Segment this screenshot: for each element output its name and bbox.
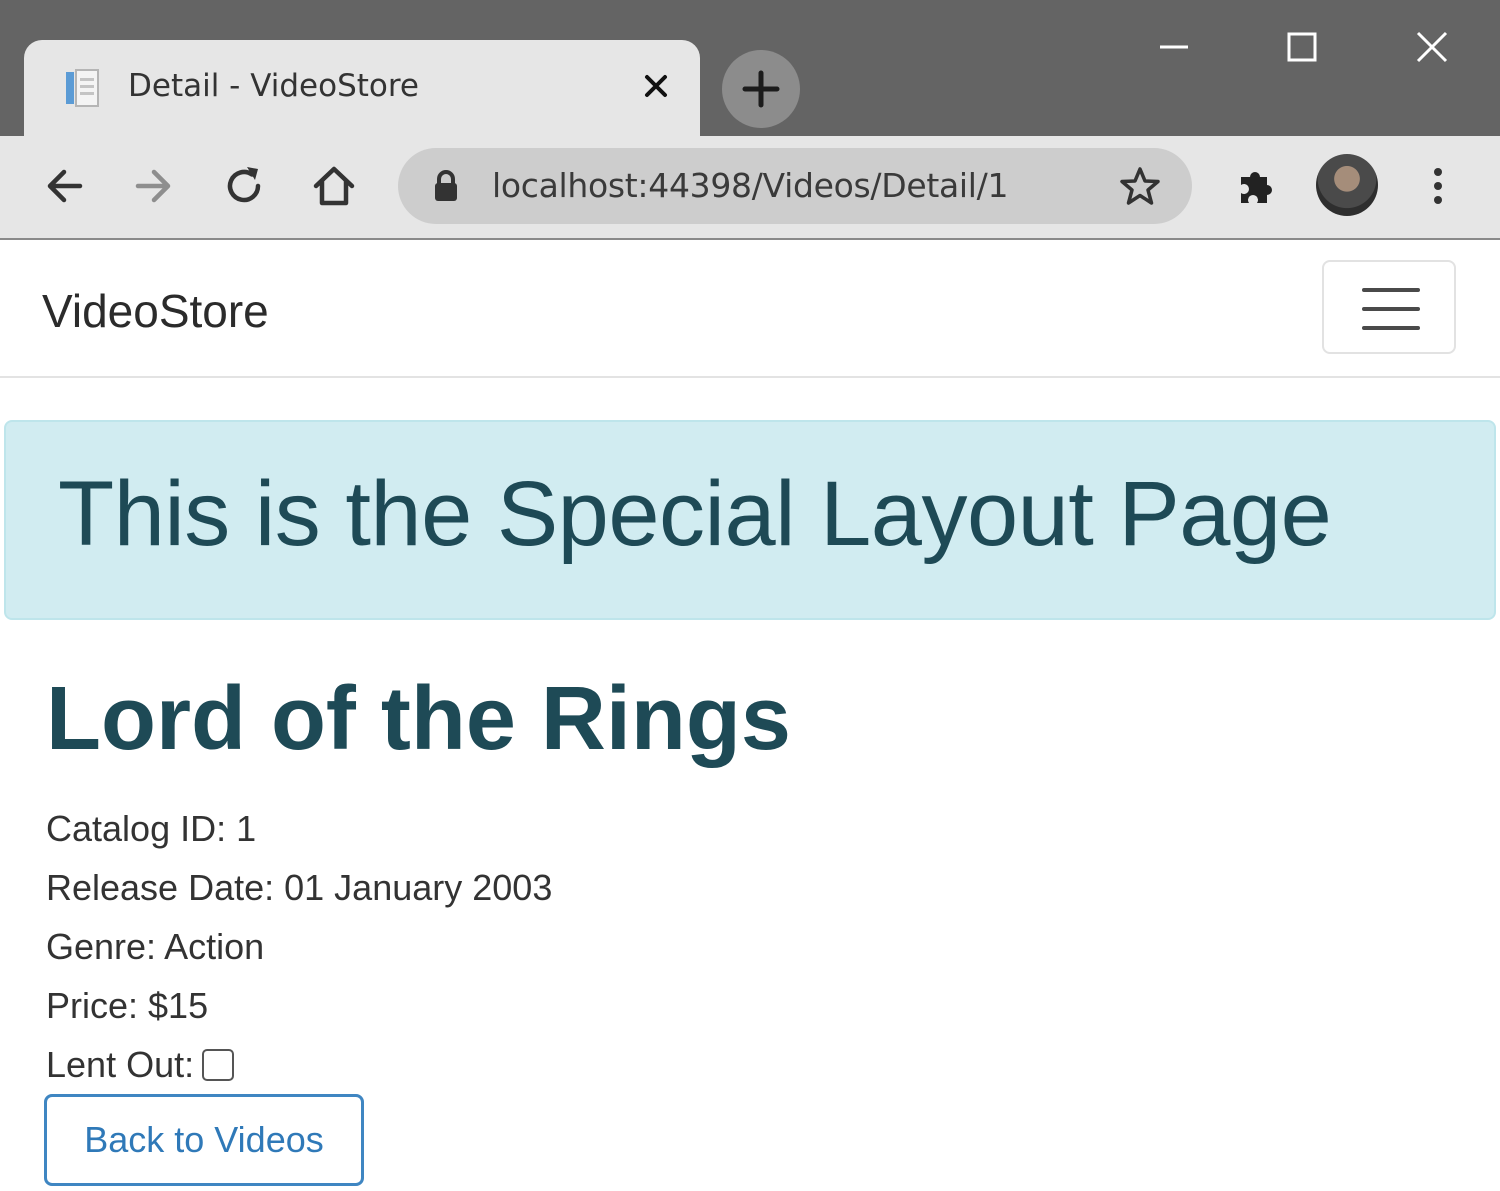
- maximize-icon: [1287, 32, 1317, 62]
- bookmark-star-icon[interactable]: [1120, 166, 1160, 206]
- maximize-button[interactable]: [1272, 20, 1332, 74]
- hamburger-icon: [1362, 288, 1420, 292]
- arrow-right-icon: [135, 169, 171, 203]
- home-icon: [313, 166, 355, 206]
- banner-title: This is the Special Layout Page: [58, 463, 1332, 565]
- lent-out-checkbox[interactable]: [202, 1049, 235, 1081]
- new-tab-button[interactable]: [722, 50, 800, 128]
- page-favicon-icon: [62, 66, 106, 110]
- navbar-brand[interactable]: VideoStore: [42, 284, 269, 338]
- close-icon: [1416, 31, 1448, 63]
- tab-title: Detail - VideoStore: [128, 68, 420, 104]
- lent-out-row: Lent Out:: [46, 1044, 235, 1086]
- back-to-videos-button[interactable]: Back to Videos: [44, 1094, 364, 1186]
- reload-icon: [227, 167, 261, 203]
- plus-icon: [742, 70, 780, 108]
- browser-menu-button[interactable]: [1410, 158, 1466, 214]
- release-date-text: Release Date: 01 January 2003: [46, 867, 553, 908]
- site-navbar: VideoStore: [0, 240, 1500, 378]
- close-window-button[interactable]: [1402, 20, 1462, 74]
- back-nav-button[interactable]: [36, 158, 92, 214]
- special-layout-banner: This is the Special Layout Page: [4, 420, 1496, 620]
- tab-close-icon[interactable]: [636, 66, 676, 106]
- address-bar[interactable]: localhost:44398/Videos/Detail/1: [398, 148, 1192, 224]
- price-text: Price: $15: [46, 985, 209, 1026]
- minimize-icon: [1160, 45, 1188, 49]
- lock-icon: [428, 168, 464, 204]
- puzzle-piece-icon: [1241, 172, 1272, 203]
- catalog-id-text: Catalog ID: 1: [46, 808, 257, 849]
- extensions-button[interactable]: [1228, 158, 1284, 214]
- browser-titlebar: Detail - VideoStore: [0, 0, 1500, 140]
- reload-button[interactable]: [216, 158, 272, 214]
- genre-text: Genre: Action: [46, 926, 265, 967]
- navbar-toggler-button[interactable]: [1322, 260, 1456, 354]
- profile-avatar[interactable]: [1316, 154, 1378, 216]
- minimize-button[interactable]: [1144, 20, 1204, 74]
- url-text: localhost:44398/Videos/Detail/1: [492, 166, 1009, 205]
- browser-toolbar: localhost:44398/Videos/Detail/1: [0, 136, 1500, 240]
- home-button[interactable]: [306, 158, 362, 214]
- browser-tab[interactable]: Detail - VideoStore: [24, 40, 700, 140]
- forward-nav-button[interactable]: [126, 158, 182, 214]
- video-title: Lord of the Rings: [46, 669, 791, 769]
- lent-out-label: Lent Out:: [46, 1044, 195, 1085]
- more-vertical-icon: [1434, 168, 1442, 204]
- arrow-left-icon: [47, 169, 83, 203]
